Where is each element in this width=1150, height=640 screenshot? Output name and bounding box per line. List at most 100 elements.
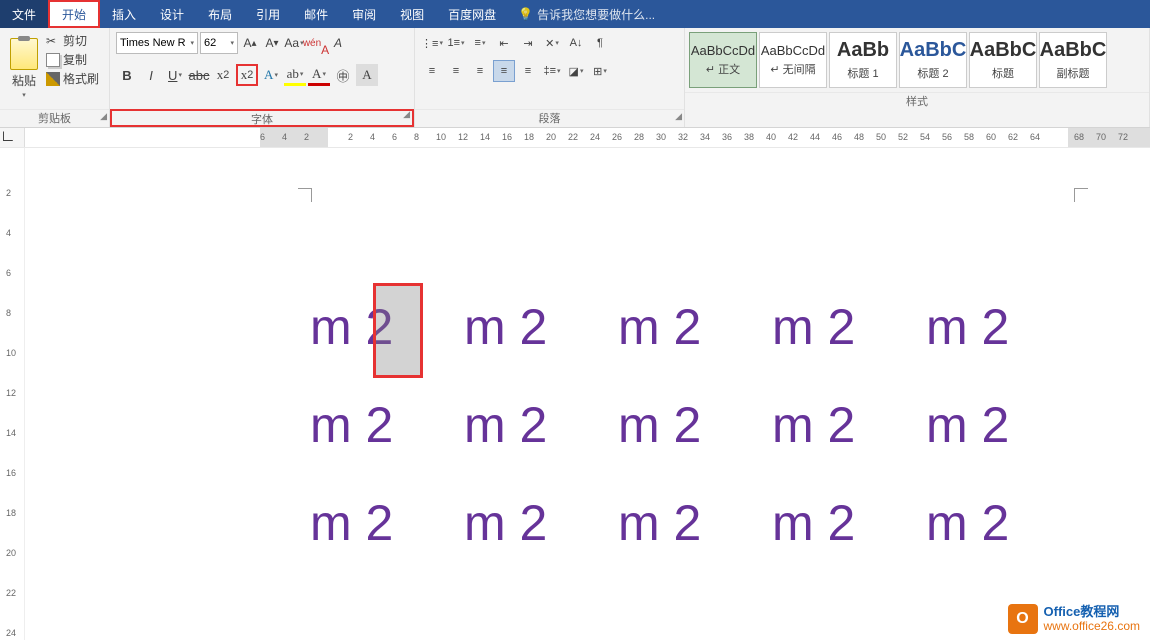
phonetic-guide-button[interactable]: wénA [306, 33, 326, 53]
style-tile-3[interactable]: AaBbC标题 2 [899, 32, 967, 88]
group-paragraph: ⋮≡▾ 1≡▾ ≡▾ ⇤ ⇥ ✕▾ A↓ ¶ ≡ ≡ ≡ ≡ ≡ ‡≡▾ ◪▾ … [415, 28, 685, 127]
chevron-down-icon: ▾ [22, 91, 26, 99]
group-paragraph-title: 段落◢ [415, 109, 684, 127]
margin-corner-tl [298, 188, 312, 202]
dialog-launcher-icon[interactable]: ◢ [100, 107, 107, 125]
superscript-button[interactable]: x2 [236, 64, 258, 86]
cell-5[interactable]: m 2 [310, 396, 464, 454]
line-spacing-button[interactable]: ‡≡▾ [541, 60, 563, 82]
char-shading-button[interactable]: A [356, 64, 378, 86]
margin-corner-tr [1074, 188, 1088, 202]
group-styles-title: 样式 [685, 92, 1149, 110]
ribbon: 粘贴 ▾ ✂剪切 复制 格式刷 剪贴板◢ Times New R▾ 62▾ A▴… [0, 28, 1150, 128]
distribute-button[interactable]: ≡ [517, 60, 539, 82]
decrease-indent-button[interactable]: ⇤ [493, 32, 515, 54]
tab-references[interactable]: 引用 [244, 0, 292, 28]
cut-button[interactable]: ✂剪切 [46, 32, 99, 49]
cell-7[interactable]: m 2 [618, 396, 772, 454]
grow-font-button[interactable]: A▴ [240, 33, 260, 53]
page[interactable]: m 2m 2m 2m 2m 2m 2m 2m 2m 2m 2m 2m 2m 2m… [240, 148, 1150, 640]
style-tile-4[interactable]: AaBbC标题 [969, 32, 1037, 88]
tab-design[interactable]: 设计 [148, 0, 196, 28]
group-clipboard-title: 剪贴板◢ [0, 109, 109, 127]
cell-4[interactable]: m 2 [926, 298, 1080, 356]
format-painter-button[interactable]: 格式刷 [46, 70, 99, 87]
font-color-button[interactable]: A▾ [308, 64, 330, 86]
shrink-font-button[interactable]: A▾ [262, 33, 282, 53]
subscript-button[interactable]: x2 [212, 64, 234, 86]
ruler-row: ∟ 64224681012141618202224262830323436384… [0, 128, 1150, 148]
cell-14[interactable]: m 2 [926, 494, 1080, 552]
text-direction-button[interactable]: ✕▾ [541, 32, 563, 54]
group-font-title: 字体◢ [110, 109, 414, 127]
font-size-combo[interactable]: 62▾ [200, 32, 238, 54]
borders-button[interactable]: ⊞▾ [589, 60, 611, 82]
group-font: Times New R▾ 62▾ A▴ A▾ Aa▾ wénA A B I U▾… [110, 28, 415, 127]
tab-file[interactable]: 文件 [0, 0, 48, 28]
cell-8[interactable]: m 2 [772, 396, 926, 454]
change-case-button[interactable]: Aa▾ [284, 33, 304, 53]
brush-icon [46, 72, 60, 86]
cell-6[interactable]: m 2 [464, 396, 618, 454]
bulb-icon: 💡 [518, 7, 533, 21]
highlight-button[interactable]: ab▾ [284, 64, 306, 86]
bold-button[interactable]: B [116, 64, 138, 86]
ruler-corner: ∟ [0, 128, 25, 147]
align-right-button[interactable]: ≡ [469, 60, 491, 82]
style-tile-0[interactable]: AaBbCcDd↵ 正文 [689, 32, 757, 88]
number-list-button[interactable]: 1≡▾ [445, 32, 467, 54]
style-tile-5[interactable]: AaBbC副标题 [1039, 32, 1107, 88]
show-marks-button[interactable]: ¶ [589, 32, 611, 54]
text-effects-button[interactable]: A▾ [260, 64, 282, 86]
cell-10[interactable]: m 2 [310, 494, 464, 552]
tab-layout[interactable]: 布局 [196, 0, 244, 28]
font-name-combo[interactable]: Times New R▾ [116, 32, 198, 54]
tab-baidu[interactable]: 百度网盘 [436, 0, 508, 28]
tell-me-text: 告诉我您想要做什么... [537, 6, 655, 23]
align-center-button[interactable]: ≡ [445, 60, 467, 82]
tab-home[interactable]: 开始 [48, 0, 100, 28]
shading-button[interactable]: ◪▾ [565, 60, 587, 82]
clear-formatting-button[interactable]: A [328, 33, 348, 53]
cut-icon: ✂ [46, 34, 60, 48]
watermark: O Office教程网 www.office26.com [1008, 604, 1141, 634]
tab-mailings[interactable]: 邮件 [292, 0, 340, 28]
tell-me[interactable]: 💡 告诉我您想要做什么... [508, 0, 665, 28]
ribbon-tabs: 文件 开始 插入 设计 布局 引用 邮件 审阅 视图 百度网盘 💡 告诉我您想要… [0, 0, 1150, 28]
align-left-button[interactable]: ≡ [421, 60, 443, 82]
office-logo-icon: O [1008, 604, 1038, 634]
group-clipboard: 粘贴 ▾ ✂剪切 复制 格式刷 剪贴板◢ [0, 28, 110, 127]
dialog-launcher-icon[interactable]: ◢ [403, 105, 410, 123]
vertical-ruler[interactable]: 24681012141618202224 [0, 148, 25, 640]
tab-review[interactable]: 审阅 [340, 0, 388, 28]
sort-button[interactable]: A↓ [565, 32, 587, 54]
cell-11[interactable]: m 2 [464, 494, 618, 552]
paste-button[interactable]: 粘贴 ▾ [6, 32, 42, 105]
strikethrough-button[interactable]: abc [188, 64, 210, 86]
underline-button[interactable]: U▾ [164, 64, 186, 86]
selection-highlight [373, 283, 423, 378]
tab-view[interactable]: 视图 [388, 0, 436, 28]
cell-2[interactable]: m 2 [618, 298, 772, 356]
increase-indent-button[interactable]: ⇥ [517, 32, 539, 54]
copy-button[interactable]: 复制 [46, 51, 99, 68]
cell-1[interactable]: m 2 [464, 298, 618, 356]
cell-12[interactable]: m 2 [618, 494, 772, 552]
style-tile-2[interactable]: AaBb标题 1 [829, 32, 897, 88]
align-justify-button[interactable]: ≡ [493, 60, 515, 82]
cell-9[interactable]: m 2 [926, 396, 1080, 454]
cell-3[interactable]: m 2 [772, 298, 926, 356]
italic-button[interactable]: I [140, 64, 162, 86]
tab-insert[interactable]: 插入 [100, 0, 148, 28]
horizontal-ruler[interactable]: 6422468101214161820222426283032343638404… [260, 128, 1150, 147]
style-tile-1[interactable]: AaBbCcDd↵ 无间隔 [759, 32, 827, 88]
document-area: 24681012141618202224 m 2m 2m 2m 2m 2m 2m… [0, 148, 1150, 640]
multilevel-list-button[interactable]: ≡▾ [469, 32, 491, 54]
enclose-char-button[interactable]: ㊥ [332, 64, 354, 86]
dialog-launcher-icon[interactable]: ◢ [675, 107, 682, 125]
cell-13[interactable]: m 2 [772, 494, 926, 552]
group-styles: AaBbCcDd↵ 正文AaBbCcDd↵ 无间隔AaBb标题 1AaBbC标题… [685, 28, 1150, 127]
paste-label: 粘贴 [12, 72, 36, 89]
bullet-list-button[interactable]: ⋮≡▾ [421, 32, 443, 54]
paste-icon [10, 38, 38, 70]
